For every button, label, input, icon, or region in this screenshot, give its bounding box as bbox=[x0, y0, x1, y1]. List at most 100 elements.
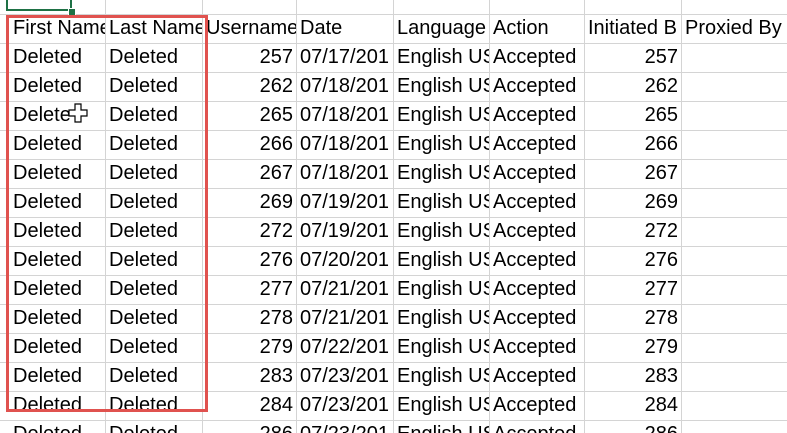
table-cell[interactable]: Deleted bbox=[106, 391, 202, 420]
table-cell[interactable]: Deleted bbox=[10, 391, 105, 420]
table-cell[interactable]: 279 bbox=[203, 333, 296, 362]
table-cell[interactable]: Deleted bbox=[106, 72, 202, 101]
table-cell[interactable]: 279 bbox=[585, 333, 681, 362]
table-cell[interactable]: 265 bbox=[585, 101, 681, 130]
table-cell[interactable]: 269 bbox=[585, 188, 681, 217]
column-header-cell[interactable]: Action bbox=[490, 14, 584, 43]
table-cell[interactable]: Deleted bbox=[106, 362, 202, 391]
table-cell[interactable]: Deleted bbox=[106, 159, 202, 188]
table-cell[interactable]: Deleted bbox=[106, 333, 202, 362]
table-cell[interactable]: Accepted bbox=[490, 391, 584, 420]
table-cell[interactable]: English US bbox=[394, 217, 489, 246]
table-cell[interactable]: 265 bbox=[203, 101, 296, 130]
table-cell[interactable]: English US bbox=[394, 275, 489, 304]
table-cell[interactable]: Deleted bbox=[10, 333, 105, 362]
table-cell[interactable]: 07/22/201 bbox=[297, 333, 393, 362]
table-cell[interactable]: Accepted bbox=[490, 304, 584, 333]
table-cell[interactable]: 07/19/201 bbox=[297, 188, 393, 217]
table-cell[interactable]: 267 bbox=[203, 159, 296, 188]
table-cell[interactable]: English US bbox=[394, 362, 489, 391]
table-cell[interactable]: Accepted bbox=[490, 43, 584, 72]
table-cell[interactable]: 278 bbox=[203, 304, 296, 333]
table-cell[interactable]: 07/18/201 bbox=[297, 159, 393, 188]
table-cell[interactable]: English US bbox=[394, 391, 489, 420]
table-cell[interactable]: 277 bbox=[585, 275, 681, 304]
table-cell[interactable]: 284 bbox=[203, 391, 296, 420]
table-cell[interactable]: English US bbox=[394, 420, 489, 433]
table-cell[interactable]: 272 bbox=[585, 217, 681, 246]
table-cell[interactable]: Deleted bbox=[10, 246, 105, 275]
table-cell[interactable]: Deleted bbox=[10, 420, 105, 433]
table-cell[interactable]: 277 bbox=[203, 275, 296, 304]
table-cell[interactable]: Accepted bbox=[490, 130, 584, 159]
table-cell[interactable]: Accepted bbox=[490, 101, 584, 130]
table-cell[interactable]: English US bbox=[394, 159, 489, 188]
table-cell[interactable]: English US bbox=[394, 130, 489, 159]
spreadsheet-grid[interactable]: First Name Last Name Username Date Language A… bbox=[0, 0, 787, 433]
table-cell[interactable]: 07/18/201 bbox=[297, 130, 393, 159]
table-cell[interactable]: Deleted bbox=[106, 43, 202, 72]
table-cell[interactable]: 266 bbox=[203, 130, 296, 159]
table-cell[interactable]: 07/17/201 bbox=[297, 43, 393, 72]
table-cell[interactable]: English US bbox=[394, 333, 489, 362]
column-header-cell[interactable]: Last Name bbox=[106, 14, 202, 43]
table-cell[interactable]: Deleted bbox=[106, 130, 202, 159]
table-cell[interactable]: English US bbox=[394, 188, 489, 217]
table-cell[interactable]: Deleted bbox=[106, 304, 202, 333]
table-cell[interactable]: Deleted bbox=[106, 246, 202, 275]
table-cell[interactable] bbox=[682, 391, 786, 420]
table-cell[interactable]: 284 bbox=[585, 391, 681, 420]
table-cell[interactable] bbox=[682, 217, 786, 246]
column-header-cell[interactable]: Username bbox=[203, 14, 296, 43]
table-cell[interactable]: 269 bbox=[203, 188, 296, 217]
column-header-cell[interactable]: Language bbox=[394, 14, 489, 43]
table-cell[interactable]: Deleted bbox=[106, 275, 202, 304]
table-cell[interactable]: 257 bbox=[585, 43, 681, 72]
table-cell[interactable] bbox=[682, 304, 786, 333]
table-cell[interactable]: Delete bbox=[10, 101, 105, 130]
table-cell[interactable]: Deleted bbox=[10, 362, 105, 391]
column-header-cell[interactable]: Date bbox=[297, 14, 393, 43]
table-cell[interactable]: English US bbox=[394, 43, 489, 72]
table-cell[interactable] bbox=[682, 101, 786, 130]
table-cell[interactable]: 262 bbox=[585, 72, 681, 101]
table-cell[interactable]: 07/19/201 bbox=[297, 217, 393, 246]
table-cell[interactable]: 286 bbox=[203, 420, 296, 433]
table-cell[interactable]: Deleted bbox=[10, 304, 105, 333]
table-cell[interactable] bbox=[682, 275, 786, 304]
table-cell[interactable]: Deleted bbox=[106, 101, 202, 130]
table-cell[interactable]: Deleted bbox=[10, 43, 105, 72]
table-cell[interactable]: 07/23/201 bbox=[297, 362, 393, 391]
table-cell[interactable]: 272 bbox=[203, 217, 296, 246]
table-cell[interactable]: Deleted bbox=[10, 159, 105, 188]
table-cell[interactable]: Accepted bbox=[490, 333, 584, 362]
table-cell[interactable]: 276 bbox=[203, 246, 296, 275]
table-cell[interactable]: Deleted bbox=[106, 188, 202, 217]
table-cell[interactable]: 267 bbox=[585, 159, 681, 188]
table-cell[interactable]: Deleted bbox=[106, 217, 202, 246]
table-cell[interactable]: 278 bbox=[585, 304, 681, 333]
column-header-cell[interactable]: First Name bbox=[10, 14, 105, 43]
table-cell[interactable] bbox=[682, 362, 786, 391]
table-cell[interactable]: 283 bbox=[585, 362, 681, 391]
table-cell[interactable]: English US bbox=[394, 72, 489, 101]
table-cell[interactable]: Deleted bbox=[10, 217, 105, 246]
table-cell[interactable]: 07/23/201 bbox=[297, 420, 393, 433]
table-cell[interactable]: 257 bbox=[203, 43, 296, 72]
active-cell-selection[interactable] bbox=[6, 0, 72, 11]
table-cell[interactable] bbox=[682, 130, 786, 159]
table-cell[interactable]: 07/21/201 bbox=[297, 275, 393, 304]
table-cell[interactable]: 07/21/201 bbox=[297, 304, 393, 333]
table-cell[interactable]: English US bbox=[394, 304, 489, 333]
table-cell[interactable]: Accepted bbox=[490, 246, 584, 275]
table-cell[interactable] bbox=[682, 43, 786, 72]
table-cell[interactable]: 286 bbox=[585, 420, 681, 433]
table-cell[interactable] bbox=[682, 159, 786, 188]
table-cell[interactable]: 262 bbox=[203, 72, 296, 101]
table-cell[interactable]: Deleted bbox=[10, 275, 105, 304]
column-header-cell[interactable]: Proxied By bbox=[682, 14, 786, 43]
table-cell[interactable]: 07/18/201 bbox=[297, 72, 393, 101]
table-cell[interactable] bbox=[682, 333, 786, 362]
table-cell[interactable] bbox=[682, 72, 786, 101]
table-cell[interactable]: Accepted bbox=[490, 217, 584, 246]
